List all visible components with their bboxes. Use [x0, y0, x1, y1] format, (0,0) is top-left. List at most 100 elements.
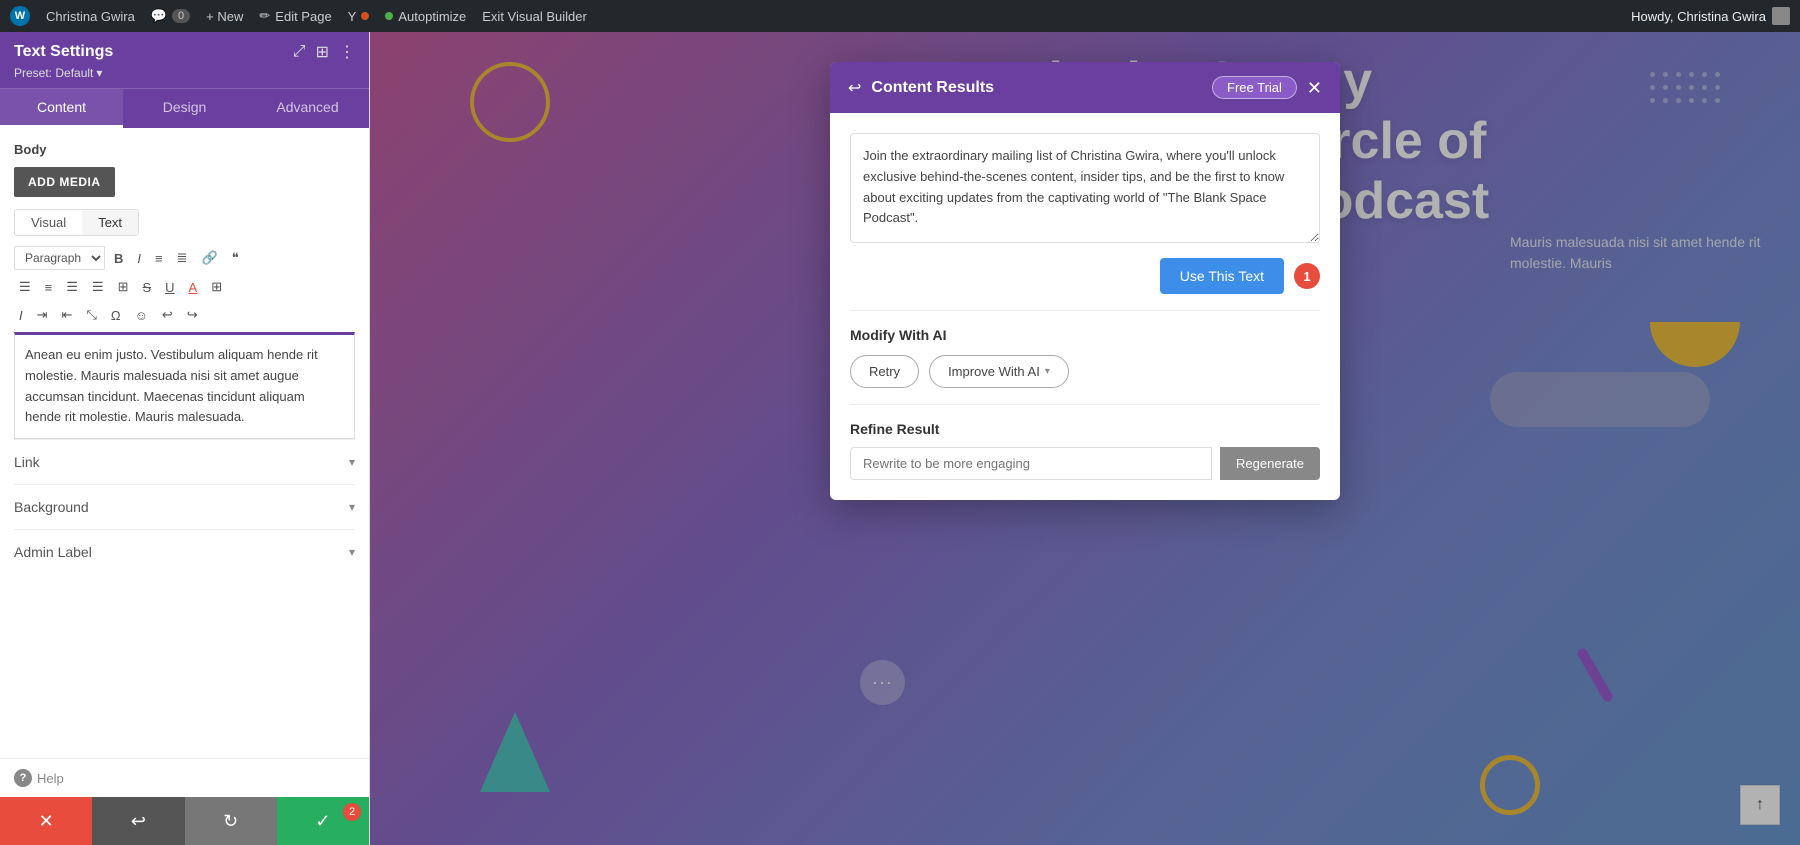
- modify-with-ai-label: Modify With AI: [850, 327, 1320, 343]
- use-text-row: Use This Text 1: [850, 258, 1320, 294]
- site-name-label: Christina Gwira: [46, 9, 135, 24]
- admin-label-chevron-icon: ▾: [349, 545, 355, 559]
- ordered-list-button[interactable]: ≣: [172, 247, 193, 269]
- columns-icon[interactable]: ⊞: [316, 42, 329, 62]
- improve-with-ai-button[interactable]: Improve With AI ▾: [929, 355, 1069, 388]
- help-label: Help: [37, 771, 64, 786]
- link-header[interactable]: Link ▾: [14, 454, 355, 470]
- visual-mode-tab[interactable]: Visual: [15, 210, 82, 235]
- link-chevron-icon: ▾: [349, 455, 355, 469]
- yoast-label: Y: [348, 9, 357, 24]
- emoji-button[interactable]: ☺: [130, 305, 153, 326]
- modal-overlay: ↩ Content Results Free Trial ✕ Join the …: [370, 32, 1800, 845]
- fullscreen-button[interactable]: ⤡: [81, 304, 101, 326]
- exit-builder-item[interactable]: Exit Visual Builder: [482, 9, 587, 24]
- user-avatar: [1772, 7, 1790, 25]
- paragraph-select[interactable]: Paragraph: [14, 246, 105, 270]
- save-icon: ✓: [315, 811, 330, 832]
- yoast-red-dot: [361, 12, 369, 20]
- autoptimize-item[interactable]: Autoptimize: [385, 9, 466, 24]
- modal-title: Content Results: [871, 79, 994, 97]
- indent-button[interactable]: ⇥: [32, 304, 53, 326]
- yoast-item[interactable]: Y: [348, 9, 370, 24]
- align-left-button[interactable]: ☰: [14, 276, 36, 298]
- help-icon: ?: [14, 769, 32, 787]
- save-button[interactable]: ✓ 2: [277, 797, 369, 845]
- howdy-section: Howdy, Christina Gwira: [1631, 7, 1790, 25]
- unordered-list-button[interactable]: ≡: [150, 248, 168, 269]
- edit-page-label: Edit Page: [275, 9, 331, 24]
- outdent-button[interactable]: ⇤: [57, 304, 78, 326]
- italic-button[interactable]: I: [132, 248, 146, 269]
- new-label: + New: [206, 9, 243, 24]
- refine-input[interactable]: [850, 447, 1212, 480]
- free-trial-badge[interactable]: Free Trial: [1212, 76, 1297, 99]
- help-row[interactable]: ? Help: [0, 758, 369, 797]
- refine-result-label: Refine Result: [850, 421, 1320, 437]
- background-chevron-icon: ▾: [349, 500, 355, 514]
- maximize-icon[interactable]: ⤢: [293, 43, 306, 61]
- green-dot: [385, 12, 393, 20]
- panel-header-icons: ⤢ ⊞ ⋮: [293, 42, 355, 62]
- undo-button[interactable]: ↩: [92, 797, 184, 845]
- table-button[interactable]: ⊞: [113, 276, 134, 298]
- new-item[interactable]: + New: [206, 9, 243, 24]
- tab-advanced[interactable]: Advanced: [246, 89, 369, 128]
- preset-selector[interactable]: Preset: Default ▾: [14, 66, 355, 80]
- italic2-button[interactable]: I: [14, 305, 28, 326]
- panel-title: Text Settings: [14, 43, 113, 61]
- add-media-button[interactable]: ADD MEDIA: [14, 167, 115, 197]
- save-badge: 2: [343, 803, 361, 821]
- wp-admin-bar: W Christina Gwira 💬 0 + New ✏ Edit Page …: [0, 0, 1800, 32]
- underline-button[interactable]: U: [160, 277, 179, 298]
- wp-logo-item[interactable]: W: [10, 6, 30, 26]
- bold-button[interactable]: B: [109, 248, 128, 269]
- modal-back-icon[interactable]: ↩: [848, 78, 861, 98]
- text-mode-tab[interactable]: Text: [82, 210, 138, 235]
- use-this-text-button[interactable]: Use This Text: [1160, 258, 1284, 294]
- content-results-modal: ↩ Content Results Free Trial ✕ Join the …: [830, 62, 1340, 500]
- undo-toolbar-button[interactable]: ↩: [157, 304, 178, 326]
- cancel-icon: ✕: [39, 811, 54, 832]
- modify-with-ai-section: Modify With AI Retry Improve With AI ▾: [850, 327, 1320, 388]
- modal-header: ↩ Content Results Free Trial ✕: [830, 62, 1340, 113]
- edit-icon: ✏: [259, 8, 270, 24]
- modify-buttons: Retry Improve With AI ▾: [850, 355, 1320, 388]
- tab-content[interactable]: Content: [0, 89, 123, 128]
- comment-item[interactable]: 💬 0: [151, 8, 190, 24]
- tab-design[interactable]: Design: [123, 89, 246, 128]
- redo-button[interactable]: ↻: [185, 797, 277, 845]
- admin-label-header[interactable]: Admin Label ▾: [14, 544, 355, 560]
- modal-header-right: Free Trial ✕: [1212, 76, 1322, 99]
- align-justify-button[interactable]: ☰: [87, 276, 109, 298]
- result-textarea[interactable]: Join the extraordinary mailing list of C…: [850, 133, 1320, 243]
- comment-count: 0: [172, 9, 190, 23]
- background-header[interactable]: Background ▾: [14, 499, 355, 515]
- improve-dropdown-arrow-icon: ▾: [1045, 366, 1050, 377]
- main-layout: Text Settings ⤢ ⊞ ⋮ Preset: Default ▾ Co…: [0, 32, 1800, 845]
- modal-close-button[interactable]: ✕: [1307, 79, 1322, 97]
- retry-button[interactable]: Retry: [850, 355, 919, 388]
- cancel-button[interactable]: ✕: [0, 797, 92, 845]
- copy-button[interactable]: ⊞: [206, 276, 227, 298]
- color-button[interactable]: A: [184, 277, 203, 298]
- link-button[interactable]: 🔗: [197, 247, 223, 269]
- content-editable-area[interactable]: Anean eu enim justo. Vestibulum aliquam …: [14, 332, 355, 439]
- modal-header-left: ↩ Content Results: [848, 78, 994, 98]
- special-char-button[interactable]: Ω: [106, 305, 126, 326]
- admin-label-section: Admin Label ▾: [14, 529, 355, 574]
- more-vert-icon[interactable]: ⋮: [339, 42, 355, 62]
- preset-label: Preset: Default: [14, 66, 93, 80]
- blockquote-button[interactable]: ❝: [227, 247, 244, 269]
- panel-body: Body ADD MEDIA Visual Text Paragraph B I…: [0, 128, 369, 758]
- redo-toolbar-button[interactable]: ↪: [182, 304, 203, 326]
- edit-page-item[interactable]: ✏ Edit Page: [259, 8, 331, 24]
- exit-builder-label: Exit Visual Builder: [482, 9, 587, 24]
- strikethrough-button[interactable]: S: [137, 277, 156, 298]
- left-panel: Text Settings ⤢ ⊞ ⋮ Preset: Default ▾ Co…: [0, 32, 370, 845]
- regenerate-button[interactable]: Regenerate: [1220, 447, 1320, 480]
- site-name-item[interactable]: Christina Gwira: [46, 9, 135, 24]
- right-content: ··· ↑ Join the Otorgy Hysterical Inner C…: [370, 32, 1800, 845]
- align-right-button[interactable]: ☰: [61, 276, 83, 298]
- align-center-button[interactable]: ≡: [40, 277, 58, 298]
